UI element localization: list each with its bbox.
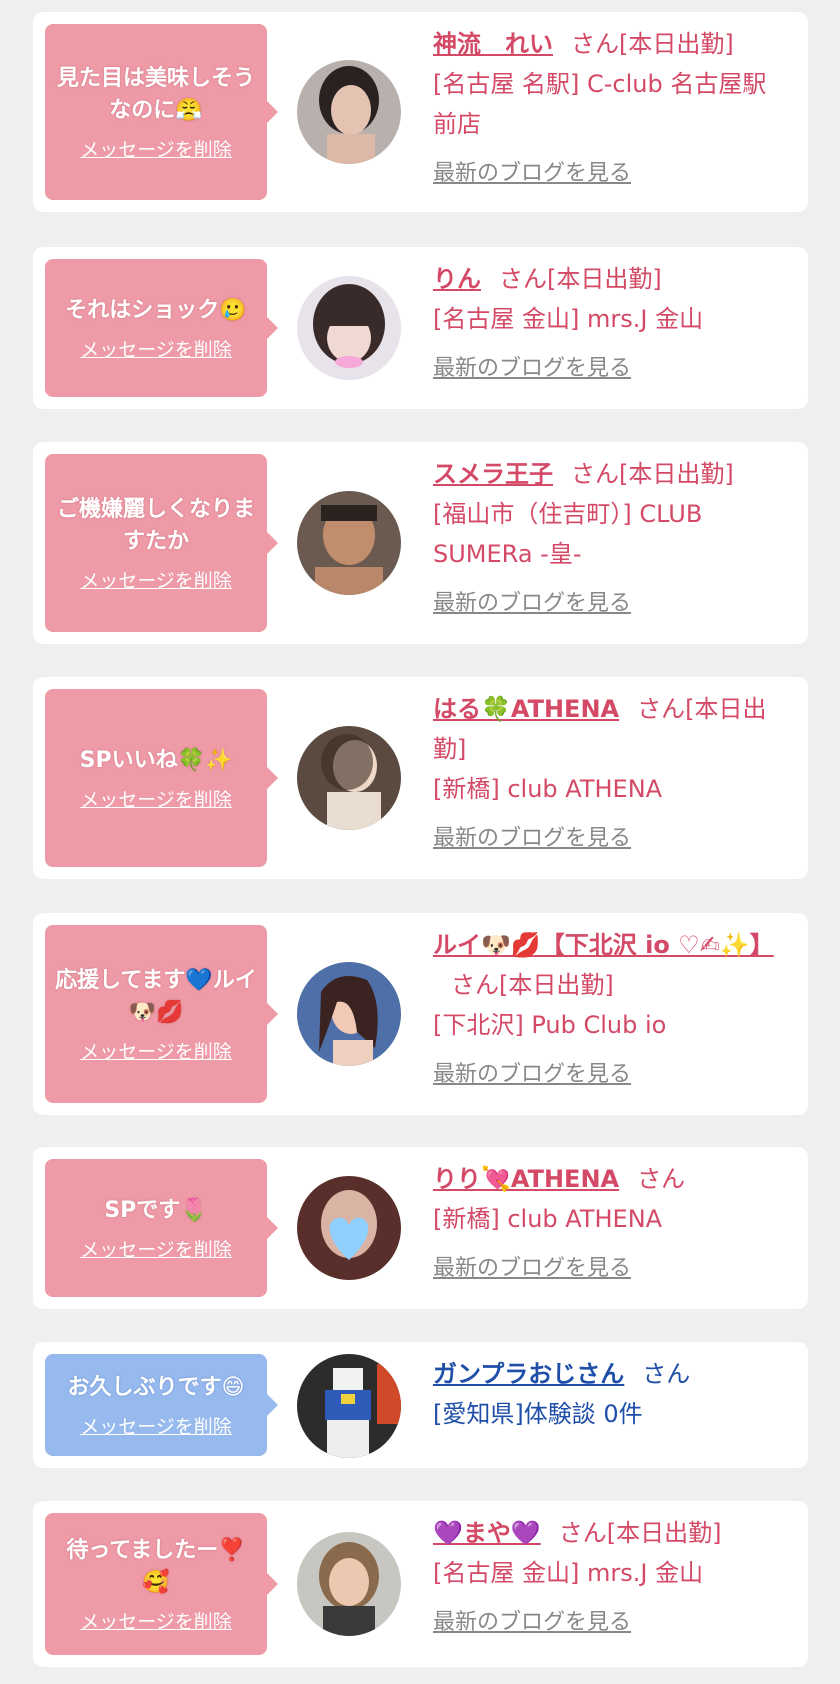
robot-figure-icon	[297, 1354, 401, 1458]
message-bubble: SPいいね🍀✨ メッセージを削除	[45, 689, 278, 867]
message-text: それはショック🥲	[65, 297, 247, 323]
user-status: さん	[642, 1360, 691, 1388]
avatar[interactable]	[297, 962, 401, 1066]
delete-message-link[interactable]: メッセージを削除	[80, 1037, 232, 1064]
avatar[interactable]	[297, 60, 401, 164]
message-text: 待ってましたー❣️🥰	[66, 1537, 246, 1595]
delete-message-link[interactable]: メッセージを削除	[80, 135, 232, 162]
delete-message-link[interactable]: メッセージを削除	[80, 1412, 232, 1439]
cast-name-link[interactable]: はる🍀ATHENA	[433, 695, 619, 723]
cast-status: さん[本日出勤]	[571, 30, 734, 58]
man-portrait-icon	[297, 491, 401, 595]
shop-text: [愛知県]体験談 0件	[433, 1400, 643, 1428]
cast-status: さん[本日出勤]	[571, 460, 734, 488]
message-card: お久しぶりです😄 メッセージを削除 ガンプラおじさん さん [愛知県]体験談 0件	[33, 1342, 808, 1468]
message-text: SPいいね🍀✨	[79, 747, 233, 773]
message-card: SPいいね🍀✨ メッセージを削除 はる🍀ATHENA さん[本日出勤] [新橋] …	[33, 677, 808, 879]
cast-status: さん	[637, 1165, 686, 1193]
latest-blog-link[interactable]: 最新のブログを見る	[433, 1055, 783, 1095]
avatar[interactable]	[297, 726, 401, 830]
message-bubble: それはショック🥲 メッセージを削除	[45, 259, 278, 397]
cast-name-link[interactable]: 💜まや💜	[433, 1519, 541, 1547]
message-text: お久しぶりです😄	[67, 1374, 245, 1400]
message-card: ご機嫌麗しくなりますたか メッセージを削除 スメラ王子 さん[本日出勤] [福山市…	[33, 442, 808, 644]
cast-name-link[interactable]: 神流 れい	[433, 30, 553, 58]
cast-info: ルイ🐶💋【下北沢 io ♡✍✨】さん[本日出勤] [下北沢] Pub Club …	[433, 925, 783, 1095]
message-text: SPです🌷	[104, 1197, 208, 1223]
avatar[interactable]	[297, 1532, 401, 1636]
message-bubble: ご機嫌麗しくなりますたか メッセージを削除	[45, 454, 278, 632]
message-bubble: SPです🌷 メッセージを削除	[45, 1159, 278, 1297]
woman-portrait-icon	[297, 962, 401, 1066]
message-card: SPです🌷 メッセージを削除 りり💘ATHENA さん [新橋] club ATH…	[33, 1147, 808, 1309]
delete-message-link[interactable]: メッセージを削除	[80, 1607, 232, 1634]
cast-info: りん さん[本日出勤] [名古屋 金山] mrs.J 金山 最新のブログを見る	[433, 259, 783, 389]
cast-info: はる🍀ATHENA さん[本日出勤] [新橋] club ATHENA 最新のブロ…	[433, 689, 783, 859]
cast-info: スメラ王子 さん[本日出勤] [福山市（住吉町）] CLUB SUMERa -皇-…	[433, 454, 783, 624]
woman-portrait-icon	[297, 1532, 401, 1636]
shop-text: [福山市（住吉町）] CLUB SUMERa -皇-	[433, 500, 703, 568]
message-card: 見た目は美味しそうなのに😤 メッセージを削除 神流 れい さん[本日出勤] [名古…	[33, 12, 808, 212]
woman-portrait-icon	[297, 1176, 401, 1280]
latest-blog-link[interactable]: 最新のブログを見る	[433, 349, 783, 389]
user-name-link[interactable]: ガンプラおじさん	[433, 1360, 624, 1388]
shop-text: [名古屋 金山] mrs.J 金山	[433, 1559, 704, 1587]
latest-blog-link[interactable]: 最新のブログを見る	[433, 584, 783, 624]
woman-portrait-icon	[297, 276, 401, 380]
message-card: 応援してます💙ルイ🐶💋 メッセージを削除 ルイ🐶💋【下北沢 io ♡✍✨】さん[…	[33, 913, 808, 1115]
shop-text: [新橋] club ATHENA	[433, 1205, 663, 1233]
message-text: 応援してます💙ルイ🐶💋	[55, 967, 257, 1025]
delete-message-link[interactable]: メッセージを削除	[80, 1235, 232, 1262]
avatar[interactable]	[297, 276, 401, 380]
avatar[interactable]	[297, 1354, 401, 1458]
cast-info: りり💘ATHENA さん [新橋] club ATHENA 最新のブログを見る	[433, 1159, 783, 1289]
message-bubble: 応援してます💙ルイ🐶💋 メッセージを削除	[45, 925, 278, 1103]
cast-name-link[interactable]: ルイ🐶💋【下北沢 io ♡✍✨】	[433, 931, 774, 959]
latest-blog-link[interactable]: 最新のブログを見る	[433, 154, 783, 194]
delete-message-link[interactable]: メッセージを削除	[80, 566, 232, 593]
cast-name-link[interactable]: スメラ王子	[433, 460, 553, 488]
cast-info: 神流 れい さん[本日出勤] [名古屋 名駅] C-club 名古屋駅前店 最新の…	[433, 24, 783, 194]
cast-info: 💜まや💜 さん[本日出勤] [名古屋 金山] mrs.J 金山 最新のブログを見る	[433, 1513, 783, 1643]
cast-status: さん[本日出勤]	[558, 1519, 722, 1547]
message-card: 待ってましたー❣️🥰 メッセージを削除 💜まや💜 さん[本日出勤] [名古屋 金山…	[33, 1501, 808, 1667]
message-bubble: 待ってましたー❣️🥰 メッセージを削除	[45, 1513, 278, 1655]
shop-text: [新橋] club ATHENA	[433, 775, 663, 803]
delete-message-link[interactable]: メッセージを削除	[80, 335, 232, 362]
message-text: ご機嫌麗しくなりますたか	[56, 496, 255, 554]
delete-message-link[interactable]: メッセージを削除	[80, 785, 232, 812]
message-card: それはショック🥲 メッセージを削除 りん さん[本日出勤] [名古屋 金山] mr…	[33, 247, 808, 409]
shop-text: [名古屋 金山] mrs.J 金山	[433, 305, 704, 333]
message-bubble: 見た目は美味しそうなのに😤 メッセージを削除	[45, 24, 278, 200]
message-text: 見た目は美味しそうなのに😤	[56, 65, 255, 123]
avatar[interactable]	[297, 491, 401, 595]
woman-portrait-icon	[297, 726, 401, 830]
latest-blog-link[interactable]: 最新のブログを見る	[433, 1249, 783, 1289]
cast-status: さん[本日出勤]	[451, 971, 614, 999]
shop-text: [名古屋 名駅] C-club 名古屋駅前店	[433, 70, 767, 138]
shop-text: [下北沢] Pub Club io	[433, 1011, 667, 1039]
cast-info: ガンプラおじさん さん [愛知県]体験談 0件	[433, 1354, 783, 1434]
latest-blog-link[interactable]: 最新のブログを見る	[433, 1603, 783, 1643]
message-bubble: お久しぶりです😄 メッセージを削除	[45, 1354, 278, 1456]
woman-portrait-icon	[297, 60, 401, 164]
cast-name-link[interactable]: りり💘ATHENA	[433, 1165, 619, 1193]
cast-name-link[interactable]: りん	[433, 265, 481, 293]
cast-status: さん[本日出勤]	[499, 265, 662, 293]
avatar[interactable]	[297, 1176, 401, 1280]
latest-blog-link[interactable]: 最新のブログを見る	[433, 819, 783, 859]
